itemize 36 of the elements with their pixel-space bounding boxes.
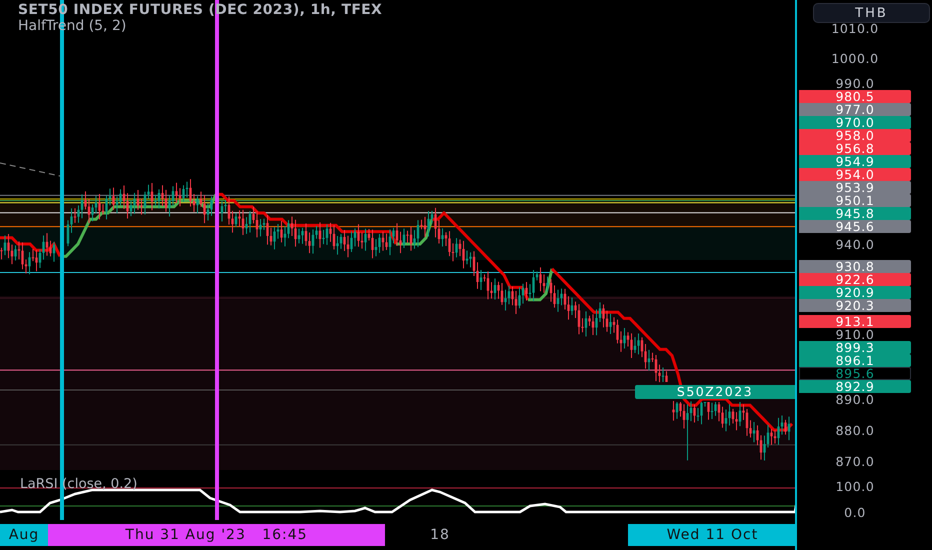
price-tick: 100.0 (834, 480, 876, 492)
time-marker: Wed 11 Oct (628, 524, 797, 546)
price-label: 956.8 (799, 142, 911, 156)
price-tick: 940.0 (834, 238, 876, 250)
price-tick: 880.0 (834, 424, 876, 436)
price-label: 980.5 (799, 90, 911, 104)
price-tick: 1000.0 (830, 52, 880, 64)
price-label: 954.9 (799, 155, 911, 168)
price-label: 930.8 (799, 260, 911, 273)
price-label: 896.1 (799, 354, 911, 366)
price-label: 892.9 (799, 380, 911, 392)
price-tick: 910.0 (834, 328, 876, 340)
price-label: 920.3 (799, 298, 911, 312)
price-label: 895.6 (799, 366, 911, 380)
currency-button[interactable]: THB (813, 3, 930, 23)
time-marker: Thu 31 Aug '23 16:45 (48, 524, 385, 546)
price-label: 945.8 (799, 207, 911, 220)
price-tick: 870.0 (834, 454, 876, 468)
price-label: 922.6 (799, 272, 911, 286)
price-label: 913.1 (799, 314, 911, 328)
price-label: 958.0 (799, 129, 911, 142)
price-label: 970.0 (799, 116, 911, 130)
price-label: 950.1 (799, 194, 911, 208)
price-label: 920.9 (799, 286, 911, 299)
price-tick: 0.0 (843, 506, 867, 518)
price-label: 899.3 (799, 340, 911, 354)
time-tick: 18 (429, 526, 451, 545)
price-label: 954.0 (799, 168, 911, 182)
price-label: 977.0 (799, 103, 911, 116)
time-marker: Aug (0, 524, 48, 546)
symbol-tag: S50Z2023 (635, 385, 795, 399)
price-tick: 990.0 (834, 77, 876, 90)
price-tick: 1010.0 (830, 22, 880, 34)
price-tick: 890.0 (834, 392, 876, 406)
price-label: 953.9 (799, 181, 911, 194)
price-label: 945.6 (799, 220, 911, 234)
